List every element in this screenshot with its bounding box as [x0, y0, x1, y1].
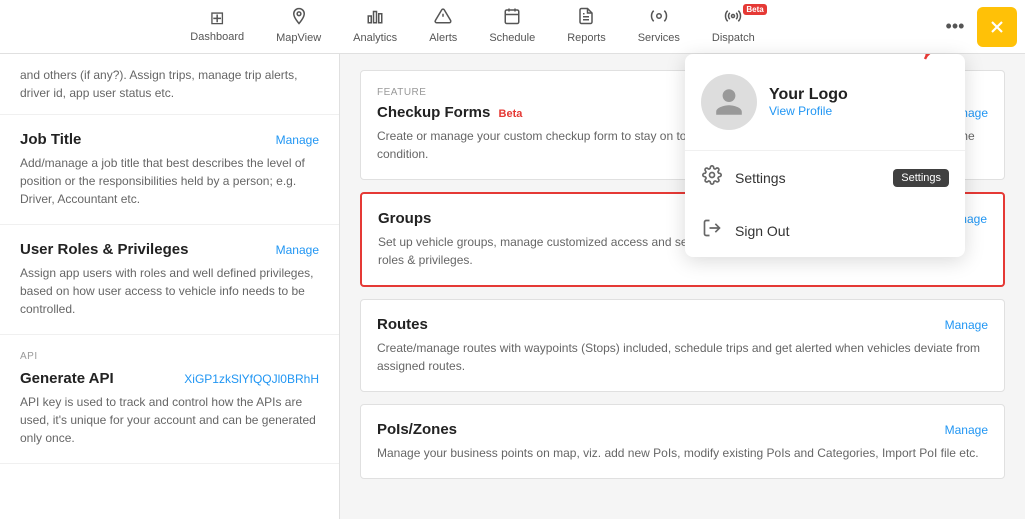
checkup-forms-title: Checkup Forms Beta: [377, 104, 522, 121]
routes-desc: Create/manage routes with waypoints (Sto…: [377, 339, 988, 375]
dispatch-icon: [724, 7, 742, 30]
avatar: [701, 74, 757, 130]
job-title-desc: Add/manage a job title that best describ…: [20, 154, 319, 208]
dispatch-beta-badge: Beta: [743, 4, 766, 15]
routes-header: Routes Manage: [377, 316, 988, 333]
job-title-section: Job Title Manage Add/manage a job title …: [0, 115, 339, 225]
nav-item-dispatch[interactable]: Beta Dispatch: [696, 0, 771, 54]
signout-label: Sign Out: [735, 223, 789, 239]
nav-items-group: ⊞ Dashboard MapView Analytics Alerts: [8, 0, 937, 54]
nav-item-schedule[interactable]: Schedule: [473, 0, 551, 54]
nav-item-analytics[interactable]: Analytics: [337, 0, 413, 54]
pois-zones-desc: Manage your business points on map, viz.…: [377, 444, 988, 462]
left-panel: and others (if any?). Assign trips, mana…: [0, 54, 340, 519]
routes-manage-link[interactable]: Manage: [945, 318, 988, 332]
mapview-icon: [290, 7, 308, 30]
api-title: Generate API: [20, 370, 114, 387]
nav-end-actions: •••: [937, 7, 1017, 47]
top-navigation: ⊞ Dashboard MapView Analytics Alerts: [0, 0, 1025, 54]
pois-zones-title: PoIs/Zones: [377, 421, 457, 438]
user-roles-header: User Roles & Privileges Manage: [20, 241, 319, 258]
alerts-icon: [434, 7, 452, 30]
nav-item-reports[interactable]: Reports: [551, 0, 622, 54]
nav-label-schedule: Schedule: [489, 32, 535, 44]
user-roles-title: User Roles & Privileges: [20, 241, 188, 258]
checkup-forms-beta: Beta: [499, 108, 523, 120]
job-title-manage-link[interactable]: Manage: [276, 133, 319, 147]
nav-label-alerts: Alerts: [429, 32, 457, 44]
pois-zones-header: PoIs/Zones Manage: [377, 421, 988, 438]
view-profile-link[interactable]: View Profile: [769, 104, 848, 118]
settings-icon: [701, 165, 723, 190]
api-tag: API: [20, 351, 319, 362]
reports-icon: [577, 7, 595, 30]
schedule-icon: [503, 7, 521, 30]
nav-label-services: Services: [638, 32, 680, 44]
dashboard-icon: ⊞: [210, 8, 225, 29]
routes-card: Routes Manage Create/manage routes with …: [360, 299, 1005, 392]
settings-menu-item[interactable]: Settings Settings: [685, 151, 965, 204]
analytics-icon: [366, 7, 384, 30]
nav-item-dashboard[interactable]: ⊞ Dashboard: [174, 0, 260, 54]
job-title-title: Job Title: [20, 131, 81, 148]
pois-zones-manage-link[interactable]: Manage: [945, 423, 988, 437]
settings-label: Settings: [735, 170, 786, 186]
nav-label-analytics: Analytics: [353, 32, 397, 44]
nav-item-services[interactable]: Services: [622, 0, 696, 54]
job-title-header: Job Title Manage: [20, 131, 319, 148]
groups-title: Groups: [378, 210, 431, 227]
nav-label-dashboard: Dashboard: [190, 31, 244, 43]
profile-info: Your Logo View Profile: [769, 86, 848, 118]
user-roles-section: User Roles & Privileges Manage Assign ap…: [0, 225, 339, 335]
user-roles-manage-link[interactable]: Manage: [276, 243, 319, 257]
nav-item-mapview[interactable]: MapView: [260, 0, 337, 54]
settings-tooltip: Settings: [893, 169, 949, 187]
app-toggle-button[interactable]: [977, 7, 1017, 47]
user-roles-desc: Assign app users with roles and well def…: [20, 264, 319, 318]
more-options-button[interactable]: •••: [937, 9, 973, 45]
nav-label-mapview: MapView: [276, 32, 321, 44]
signout-icon: [701, 218, 723, 243]
api-desc: API key is used to track and control how…: [20, 393, 319, 447]
api-key-link[interactable]: XiGP1zkSlYfQQJl0BRhH: [184, 372, 319, 386]
dropdown-profile-section: Your Logo View Profile: [685, 54, 965, 151]
signout-menu-item[interactable]: Sign Out: [685, 204, 965, 257]
user-dropdown-panel: Your Logo View Profile Settings Settings…: [685, 54, 965, 257]
pois-zones-card: PoIs/Zones Manage Manage your business p…: [360, 404, 1005, 479]
nav-label-dispatch: Dispatch: [712, 32, 755, 44]
routes-title: Routes: [377, 316, 428, 333]
nav-label-reports: Reports: [567, 32, 606, 44]
nav-item-alerts[interactable]: Alerts: [413, 0, 473, 54]
api-header: Generate API XiGP1zkSlYfQQJl0BRhH: [20, 370, 319, 387]
services-icon: [650, 7, 668, 30]
api-section: API Generate API XiGP1zkSlYfQQJl0BRhH AP…: [0, 335, 339, 464]
profile-logo-text: Your Logo: [769, 86, 848, 104]
partial-intro-text: and others (if any?). Assign trips, mana…: [0, 54, 339, 115]
